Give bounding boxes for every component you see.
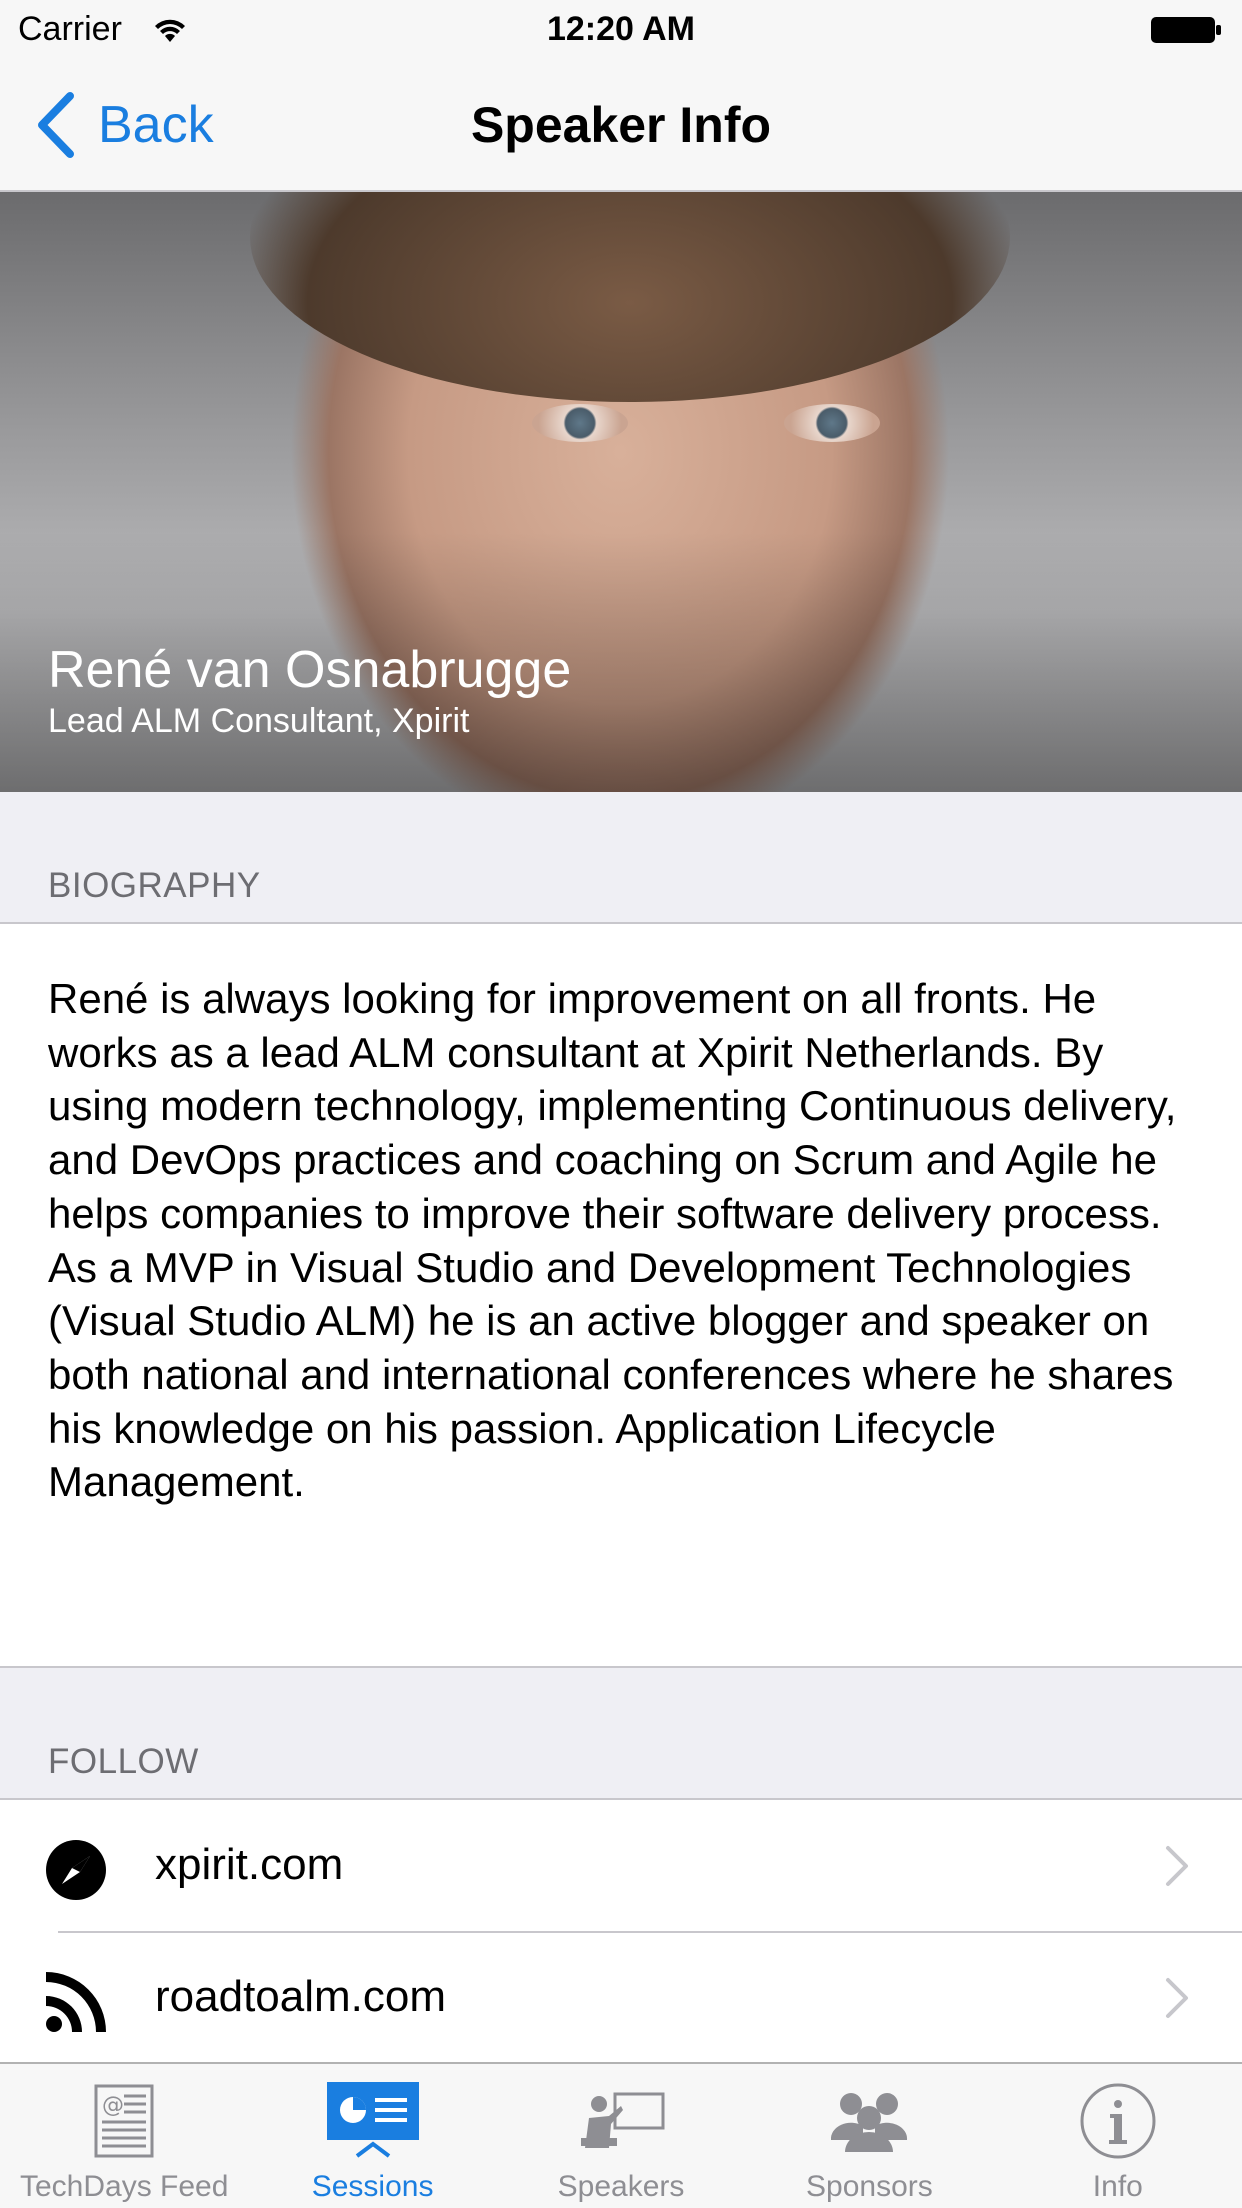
follow-card: xpirit.com roadtoalm.com xyxy=(0,1798,1242,2068)
tab-label: Speakers xyxy=(557,2170,685,2203)
tab-speakers[interactable]: Speakers xyxy=(497,2064,745,2208)
info-icon xyxy=(1080,2083,1156,2159)
speaker-photo: René van Osnabrugge Lead ALM Consultant,… xyxy=(0,192,1242,792)
photo-eye-right xyxy=(784,404,880,442)
compass-icon xyxy=(46,1840,106,1900)
tab-techdays-feed[interactable]: @ TechDays Feed xyxy=(0,2064,248,2208)
sessions-presentation-icon xyxy=(326,2082,419,2158)
biography-text: René is always looking for improvement o… xyxy=(48,975,1177,1506)
follow-link-roadtoalm[interactable]: roadtoalm.com xyxy=(0,1932,1242,2064)
status-bar: Carrier 12:20 AM xyxy=(0,0,1242,60)
group-people-icon xyxy=(831,2093,908,2152)
chevron-right-icon xyxy=(1166,1978,1188,2018)
tab-sponsors[interactable]: Sponsors xyxy=(745,2064,993,2208)
chevron-right-icon xyxy=(1166,1846,1188,1886)
rss-icon xyxy=(46,1972,106,2032)
tab-label: Sessions xyxy=(311,2170,434,2203)
biography-header: BIOGRAPHY xyxy=(48,866,261,905)
follow-link-label: roadtoalm.com xyxy=(155,1972,447,2021)
tab-sessions[interactable]: Sessions xyxy=(248,2064,496,2208)
battery-icon xyxy=(1151,17,1221,43)
photo-eye-left xyxy=(532,404,628,442)
speaker-name: René van Osnabrugge xyxy=(48,641,572,699)
svg-text:@: @ xyxy=(102,2093,124,2118)
clock: 12:20 AM xyxy=(546,10,696,48)
tab-label: TechDays Feed xyxy=(19,2170,229,2203)
photo-hair xyxy=(250,192,1010,402)
biography-card: René is always looking for improvement o… xyxy=(0,922,1242,1668)
page-title: Speaker Info xyxy=(470,97,772,153)
tab-label: Sponsors xyxy=(806,2170,933,2203)
news-feed-icon: @ xyxy=(94,2084,154,2158)
speaker-subtitle: Lead ALM Consultant, Xpirit xyxy=(48,702,470,740)
follow-header: FOLLOW xyxy=(48,1742,199,1781)
follow-link-xpirit[interactable]: xpirit.com xyxy=(0,1800,1242,1933)
tab-label: Info xyxy=(1092,2170,1143,2203)
tab-bar: @ TechDays Feed Sessions Speakers Sponso… xyxy=(0,2062,1242,2208)
follow-link-label: xpirit.com xyxy=(155,1840,344,1889)
navigation-bar: Back Speaker Info xyxy=(0,60,1242,192)
speaker-podium-icon xyxy=(581,2092,665,2148)
tab-info[interactable]: Info xyxy=(994,2064,1242,2208)
